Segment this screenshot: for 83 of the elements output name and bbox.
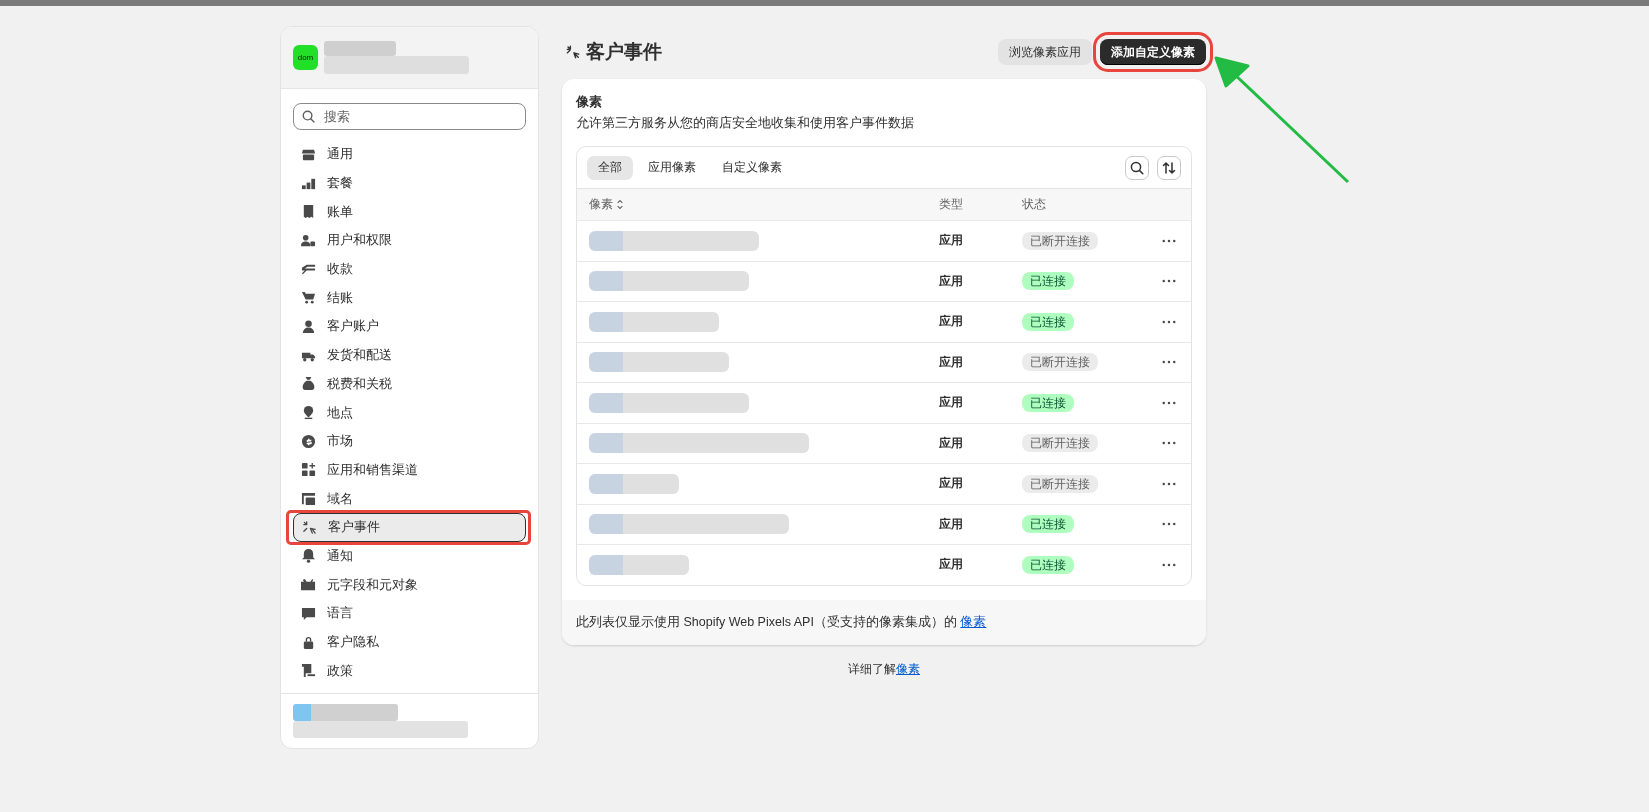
table-cell: 应用 — [939, 476, 963, 491]
sidebar-item[interactable]: 账单 — [293, 197, 526, 227]
pin-icon — [301, 405, 316, 421]
lock-icon — [301, 634, 316, 650]
sidebar-item[interactable]: 客户账户 — [293, 312, 526, 341]
pixels-link[interactable]: 像素 — [960, 614, 987, 629]
apps-icon — [301, 462, 316, 478]
sidebar-item[interactable]: 套餐 — [293, 168, 526, 198]
sidebar-item[interactable]: 地点 — [293, 398, 526, 427]
sidebar-item[interactable]: 结账 — [293, 283, 526, 313]
page-title: 客户事件 — [586, 40, 662, 64]
sidebar-item[interactable]: 客户事件 — [293, 512, 526, 542]
table-cell: 应用 — [939, 516, 963, 531]
translate-icon — [301, 605, 316, 621]
search-icon — [1129, 159, 1145, 176]
sidebar-item[interactable]: 通用 — [293, 140, 526, 169]
ellipsis-icon — [1162, 522, 1176, 527]
bell-icon — [301, 548, 316, 564]
status-badge: 已连接 — [1022, 515, 1074, 534]
status-badge: 已断开连接 — [1022, 434, 1098, 453]
status-badge: 已断开连接 — [1022, 353, 1098, 372]
status-badge: 已断开连接 — [1022, 231, 1098, 250]
filter-tab[interactable]: 应用像素 — [637, 155, 707, 180]
table-cell: 应用 — [939, 233, 963, 248]
column-header: 类型 — [939, 197, 963, 211]
ellipsis-icon — [1162, 319, 1176, 324]
table-cell: 应用 — [939, 557, 963, 572]
filter-tab[interactable]: 全部 — [587, 155, 633, 180]
ellipsis-icon — [1162, 441, 1176, 446]
ellipsis-icon — [1162, 279, 1176, 284]
sort-icon — [1161, 159, 1177, 176]
column-header[interactable]: 像素 — [589, 196, 613, 213]
search-field[interactable]: 搜索 — [293, 103, 526, 130]
ellipsis-icon — [1162, 481, 1176, 486]
sparkle-icon — [302, 519, 317, 535]
table-cell: 应用 — [939, 273, 963, 288]
window-icon — [301, 491, 316, 507]
search-button[interactable] — [1125, 155, 1149, 180]
sidebar-item[interactable]: 域名 — [293, 484, 526, 513]
search-icon — [301, 109, 316, 124]
sidebar-item[interactable]: 用户和权限 — [293, 226, 526, 255]
store-logo[interactable]: dom — [293, 45, 318, 70]
status-badge: 已连接 — [1022, 555, 1074, 574]
person-icon — [301, 318, 316, 334]
sidebar-item[interactable]: 收款 — [293, 254, 526, 284]
ellipsis-icon — [1162, 400, 1176, 405]
sidebar-item[interactable]: 市场 — [293, 426, 526, 456]
status-badge: 已连接 — [1022, 272, 1074, 291]
ellipsis-icon — [1162, 562, 1176, 567]
status-badge: 已断开连接 — [1022, 474, 1098, 493]
receipt-icon — [301, 204, 316, 220]
money-bag-icon — [301, 376, 316, 392]
filter-tab[interactable]: 自定义像素 — [711, 155, 793, 180]
table-cell: 应用 — [939, 395, 963, 410]
table-cell: 应用 — [939, 435, 963, 450]
ellipsis-icon — [1162, 360, 1176, 365]
sidebar-item[interactable]: 客户隐私 — [293, 627, 526, 657]
ellipsis-icon — [1162, 238, 1176, 243]
browse-apps-button[interactable]: 浏览像素应用 — [998, 39, 1092, 65]
table-cell: 应用 — [939, 314, 963, 329]
sidebar-item[interactable]: 政策 — [293, 656, 526, 686]
sidebar-item[interactable]: 发货和配送 — [293, 340, 526, 370]
card-title: 像素 — [576, 93, 603, 111]
column-header: 状态 — [1022, 197, 1046, 211]
sparkle-icon — [566, 45, 580, 59]
sidebar-item[interactable]: 税费和关税 — [293, 369, 526, 399]
card-description: 允许第三方服务从您的商店安全地收集和使用客户事件数据 — [576, 115, 915, 132]
pixels-link[interactable]: 像素 — [896, 661, 920, 676]
sidebar-item[interactable]: 应用和销售渠道 — [293, 455, 526, 485]
table-cell: 应用 — [939, 354, 963, 369]
document-icon — [301, 663, 316, 679]
box-icon — [301, 577, 316, 593]
sidebar-item[interactable]: 通知 — [293, 541, 526, 571]
footer-note: 此列表仅显示使用 Shopify Web Pixels API（受支持的像素集成）的 像素 — [576, 613, 988, 631]
learn-more-text: 详细了解像素 — [848, 660, 920, 678]
users-icon — [301, 232, 316, 248]
sidebar-item[interactable]: 元字段和元对象 — [293, 570, 526, 599]
status-badge: 已连接 — [1022, 312, 1074, 331]
status-badge: 已连接 — [1022, 393, 1074, 412]
cart-icon — [301, 290, 316, 306]
sort-button[interactable] — [1157, 155, 1181, 180]
sort-caret-icon — [616, 199, 624, 210]
sidebar-item[interactable]: 语言 — [293, 599, 526, 628]
